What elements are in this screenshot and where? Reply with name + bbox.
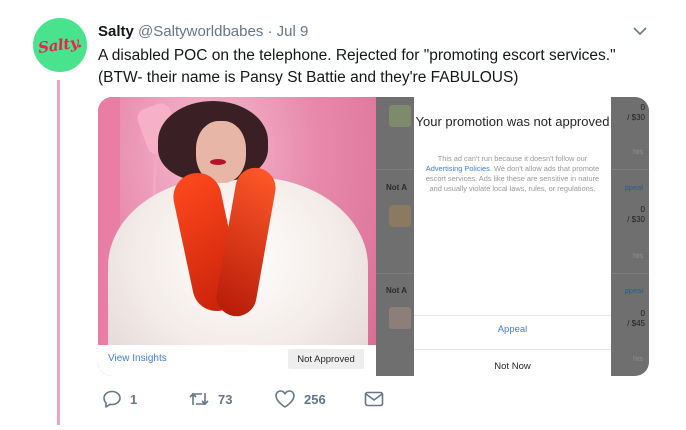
bg-row2-budget: / $30 (627, 215, 645, 224)
modal-body: This ad can't run because it doesn't fol… (424, 154, 601, 194)
lips-image (210, 159, 226, 165)
bg-row3-count: 0 (640, 309, 645, 318)
bg-row2-status: Not A (386, 183, 408, 192)
bg-row2-count: 0 (640, 205, 645, 214)
modal-body-text: This ad can't run because it doesn't fol… (437, 154, 588, 163)
background-thumbnail (389, 105, 411, 127)
reply-action[interactable]: 1 (102, 388, 137, 410)
bg-row2-insights: hts (632, 251, 643, 260)
chevron-down-icon[interactable] (633, 26, 647, 36)
reply-count: 1 (130, 391, 138, 407)
not-approved-button[interactable]: Not Approved (288, 349, 364, 369)
tweet-date[interactable]: Jul 9 (277, 23, 309, 40)
bg-row1-insights: hts (632, 147, 643, 156)
view-insights-link[interactable]: View Insights (108, 353, 167, 364)
bg-row1-count: 0 (640, 103, 645, 112)
retweet-action[interactable]: 73 (188, 388, 232, 410)
bg-row3-status: Not A (386, 286, 408, 295)
background-thumbnail (389, 205, 411, 227)
modal-divider (414, 315, 611, 316)
not-now-button[interactable]: Not Now (414, 361, 611, 372)
direct-message-action[interactable] (364, 388, 384, 410)
author-name[interactable]: Salty (98, 23, 134, 40)
retweet-icon (189, 392, 209, 406)
envelope-icon (364, 391, 384, 407)
tweet-text-line1: A disabled POC on the telephone. Rejecte… (98, 47, 616, 64)
retweet-count: 73 (218, 391, 233, 407)
heart-icon (275, 390, 295, 408)
promotion-screen: 0 / $30 hts Not A ppeal 0 / $30 hts Not … (376, 97, 649, 376)
separator-dot: · (267, 23, 273, 40)
appeal-button[interactable]: Appeal (414, 324, 611, 335)
modal-title: Your promotion was not approved (415, 114, 610, 129)
tweet-media[interactable]: View Insights Not Approved 0 / $30 hts N… (98, 97, 649, 376)
thread-line (57, 80, 60, 425)
bg-row1-budget: / $30 (627, 113, 645, 122)
like-count: 256 (304, 391, 326, 407)
tweet-text: A disabled POC on the telephone. Rejecte… (98, 45, 658, 89)
bg-row3-budget: / $45 (627, 319, 645, 328)
bg-row2-appeal: ppeal (624, 183, 643, 192)
reply-icon (103, 390, 121, 408)
advertising-policies-link[interactable]: Advertising Policies (426, 164, 490, 173)
bg-row3-appeal: ppeal (624, 286, 643, 295)
tweet-header: Salty @Saltyworldbabes · Jul 9 (98, 22, 308, 42)
avatar[interactable]: Salty. (33, 18, 87, 72)
ad-photo-panel[interactable]: View Insights Not Approved (98, 97, 376, 376)
background-thumbnail (389, 307, 411, 329)
author-handle[interactable]: @Saltyworldbabes (138, 23, 263, 40)
bg-row3-insights: hts (632, 354, 643, 363)
avatar-logo-text: Salty. (37, 33, 83, 57)
modal-divider (414, 349, 611, 350)
tweet-text-line2: (BTW- their name is Pansy St Battie and … (98, 69, 519, 86)
like-action[interactable]: 256 (274, 388, 326, 410)
rejection-modal: Your promotion was not approved This ad … (414, 97, 611, 376)
